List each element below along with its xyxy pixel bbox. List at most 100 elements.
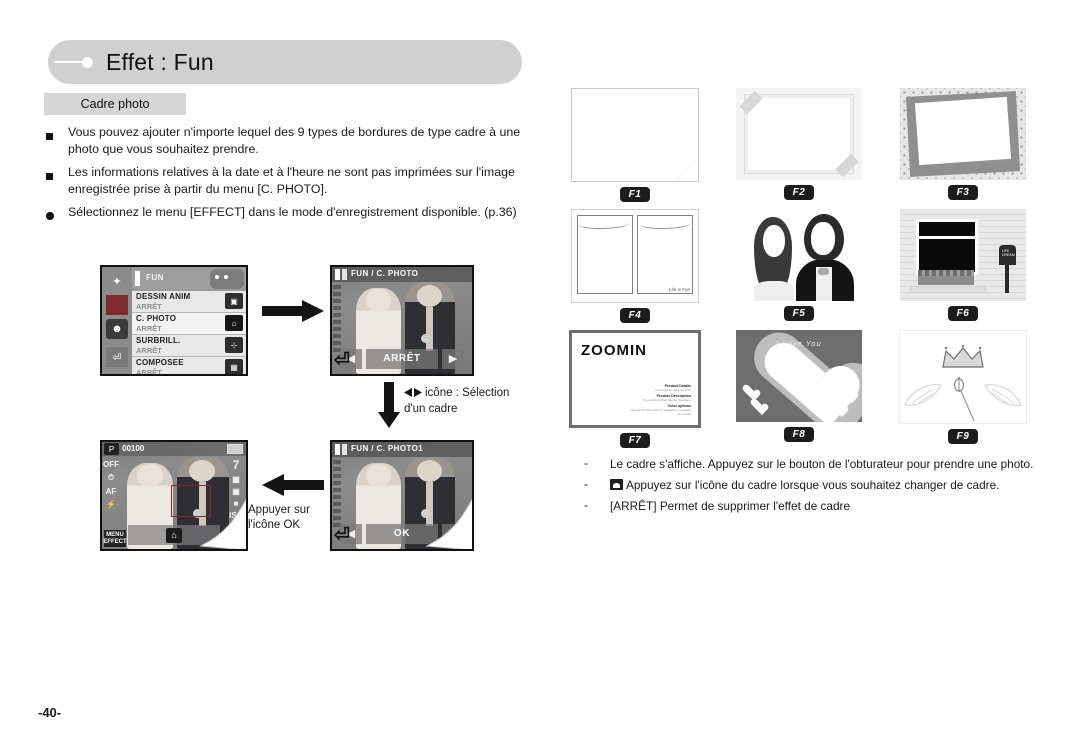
- frame-indicator-bar: ⌂: [128, 525, 220, 545]
- screen-title-bar: FUN / C. PHOTO1: [332, 442, 472, 457]
- scene-icon[interactable]: [106, 295, 128, 315]
- right-arrow-icon[interactable]: ▶: [442, 523, 464, 544]
- live-photo-preview: P 00100 OFF ⏱ AF ⚡ 7 ▦ ▣ ■ ISO AWB ± ⌂ M…: [102, 442, 246, 549]
- press-ok-caption: Appuyer sur l'icône OK: [248, 504, 311, 531]
- frame-icon: [610, 479, 623, 490]
- note-text: [ARRÊT] Permet de supprimer l'effet de c…: [610, 499, 851, 513]
- status-bar: P 00100: [102, 442, 246, 456]
- frame-badge: F1: [619, 187, 651, 202]
- bullet-item: Vous pouvez ajouter n'importe lequel des…: [46, 124, 546, 157]
- magic-wand-icon: [953, 377, 975, 422]
- iso-icon: ISO: [229, 511, 243, 520]
- title-lead-decoration: [54, 57, 100, 68]
- menu-effect-button[interactable]: MENU EFFECT: [103, 530, 127, 547]
- smiley-camera-icon[interactable]: ☻: [106, 319, 128, 339]
- menu-row-label: COMPOSEE: [136, 358, 184, 367]
- off-button[interactable]: ARRÊT: [366, 348, 438, 369]
- bottom-control-bar: ◀ ARRÊT ▶: [340, 348, 464, 369]
- heart-frame: I Love You: [736, 330, 862, 422]
- frame-sample[interactable]: Life Is Fun F4: [553, 209, 717, 326]
- highlight-icon: ⊹: [225, 337, 243, 353]
- flow-arrow-down-icon: [378, 382, 400, 428]
- live-photo-preview: FUN / C. PHOTO ◀ ARRÊT ▶ ⏎: [332, 267, 472, 374]
- menu-row-label: SURBRILL.: [136, 336, 181, 345]
- frame-sample[interactable]: My memory F3: [881, 88, 1045, 205]
- program-mode-icon: P: [104, 443, 119, 455]
- page-title-bar: Effet : Fun: [48, 40, 522, 84]
- bullet-item: Les informations relatives à la date et …: [46, 164, 546, 197]
- usage-notes-list: - Le cadre s'affiche. Appuyez sur le bou…: [584, 456, 1036, 519]
- note-dash: -: [584, 477, 588, 491]
- menu-title: FUN: [146, 273, 164, 282]
- magic-wand-icon[interactable]: ✦: [106, 271, 128, 291]
- mailbox-label: LIFE DREAM: [1002, 249, 1015, 257]
- card-line-sub: You can find the editor is available in …: [630, 408, 691, 416]
- metering-icon: ▣: [232, 487, 240, 496]
- ok-button[interactable]: OK: [366, 523, 438, 544]
- camera-live-view-screen: P 00100 OFF ⏱ AF ⚡ 7 ▦ ▣ ■ ISO AWB ± ⌂ M…: [100, 440, 248, 551]
- menu-row-c-photo[interactable]: C. PHOTO ARRÊT ⌂: [132, 313, 246, 335]
- menu-row-surbrill[interactable]: SURBRILL. ARRÊT ⊹: [132, 335, 246, 357]
- frame-badge: F7: [619, 433, 651, 448]
- screen-title: FUN / C. PHOTO: [351, 269, 419, 278]
- frame-sample[interactable]: F1: [553, 88, 717, 205]
- shots-remaining: 00100: [122, 444, 145, 453]
- sharpness-icon: ■: [233, 499, 239, 508]
- zoomin-card-frame: ZOOMIN Product Details Lorem ipsum dolor…: [569, 330, 701, 428]
- left-right-arrows-icon: [404, 387, 422, 402]
- note-text: Appuyez sur l'icône du cadre lorsque vou…: [626, 478, 1000, 492]
- note-item: - Le cadre s'affiche. Appuyez sur le bou…: [584, 456, 1036, 472]
- bullet-text: Sélectionnez le menu [EFFECT] dans le mo…: [68, 205, 517, 219]
- heart-caption: I Love You: [776, 339, 822, 348]
- flow-arrow-right-icon: [262, 300, 324, 322]
- flash-off-icon: OFF: [103, 460, 119, 469]
- screen-title-bar: FUN / C. PHOTO: [332, 267, 472, 282]
- section-subtitle: Cadre photo: [80, 97, 150, 111]
- frame-icon: ⌂: [225, 315, 243, 331]
- page-number: -40-: [38, 705, 62, 720]
- frame-row: F1 F2 My memory F3: [553, 88, 1045, 209]
- composite-icon: ▦: [225, 359, 243, 374]
- couple-silhouette-frame: [736, 209, 862, 301]
- menu-row-value: ARRÊT: [136, 346, 162, 355]
- right-wing-icon: [984, 384, 1022, 406]
- frame-icon[interactable]: ⌂: [166, 527, 182, 543]
- menu-row-value: ARRÊT: [136, 368, 162, 376]
- section-subtitle-box: Cadre photo: [44, 93, 186, 115]
- menu-label: MENU: [106, 531, 124, 538]
- frame-sample[interactable]: LIFE DREAM F6: [881, 209, 1045, 326]
- menu-row-value: ARRÊT: [136, 302, 162, 311]
- square-bullet-icon: [46, 124, 68, 157]
- frame-row: ZOOMIN Product Details Lorem ipsum dolor…: [553, 330, 1045, 455]
- frame-sample[interactable]: F5: [717, 209, 881, 326]
- page-title: Effet : Fun: [106, 48, 214, 75]
- note-dash: -: [584, 456, 588, 470]
- window-mailbox-frame: LIFE DREAM: [900, 209, 1026, 301]
- frame-badge: F9: [947, 429, 979, 444]
- bottom-control-bar: ◀ OK ▶: [340, 523, 464, 544]
- note-text: Le cadre s'affiche. Appuyez sur le bouto…: [610, 457, 1034, 471]
- star-pattern-frame: My memory: [900, 88, 1026, 180]
- dog-ear-page-frame: [571, 88, 699, 182]
- manual-page: Effet : Fun Cadre photo Vous pouvez ajou…: [0, 0, 1080, 746]
- card-line-sub: Lorem ipsum dolor sit amet: [654, 388, 691, 392]
- back-arrow-icon[interactable]: ⏎: [332, 348, 354, 372]
- autofocus-icon: AF: [105, 487, 117, 496]
- effect-label: EFFECT: [103, 538, 127, 545]
- intro-bullet-list: Vous pouvez ajouter n'importe lequel des…: [46, 124, 546, 232]
- resolution-icon: 7: [232, 458, 240, 472]
- menu-row-label: C. PHOTO: [136, 314, 177, 323]
- select-frame-caption: icône : Sélection d'un cadre: [404, 386, 524, 417]
- timer-icon: ⏱: [107, 473, 115, 482]
- frame-sample[interactable]: ZOOMIN Product Details Lorem ipsum dolor…: [553, 330, 717, 451]
- frame-badge: F4: [619, 308, 651, 323]
- right-arrow-icon[interactable]: ▶: [442, 348, 464, 369]
- menu-row-dessin-anim[interactable]: DESSIN ANIM ARRÊT ▣: [132, 291, 246, 313]
- frame-sample[interactable]: F2: [717, 88, 881, 205]
- frame-sample[interactable]: F9: [881, 330, 1045, 451]
- back-arrow-icon[interactable]: ⏎: [106, 347, 128, 367]
- note-item: - Appuyez sur l'icône du cadre lorsque v…: [584, 477, 1036, 493]
- note-dash: -: [584, 498, 588, 512]
- menu-row-composee[interactable]: COMPOSEE ARRÊT ▦: [132, 357, 246, 376]
- frame-sample[interactable]: I Love You F8: [717, 330, 881, 451]
